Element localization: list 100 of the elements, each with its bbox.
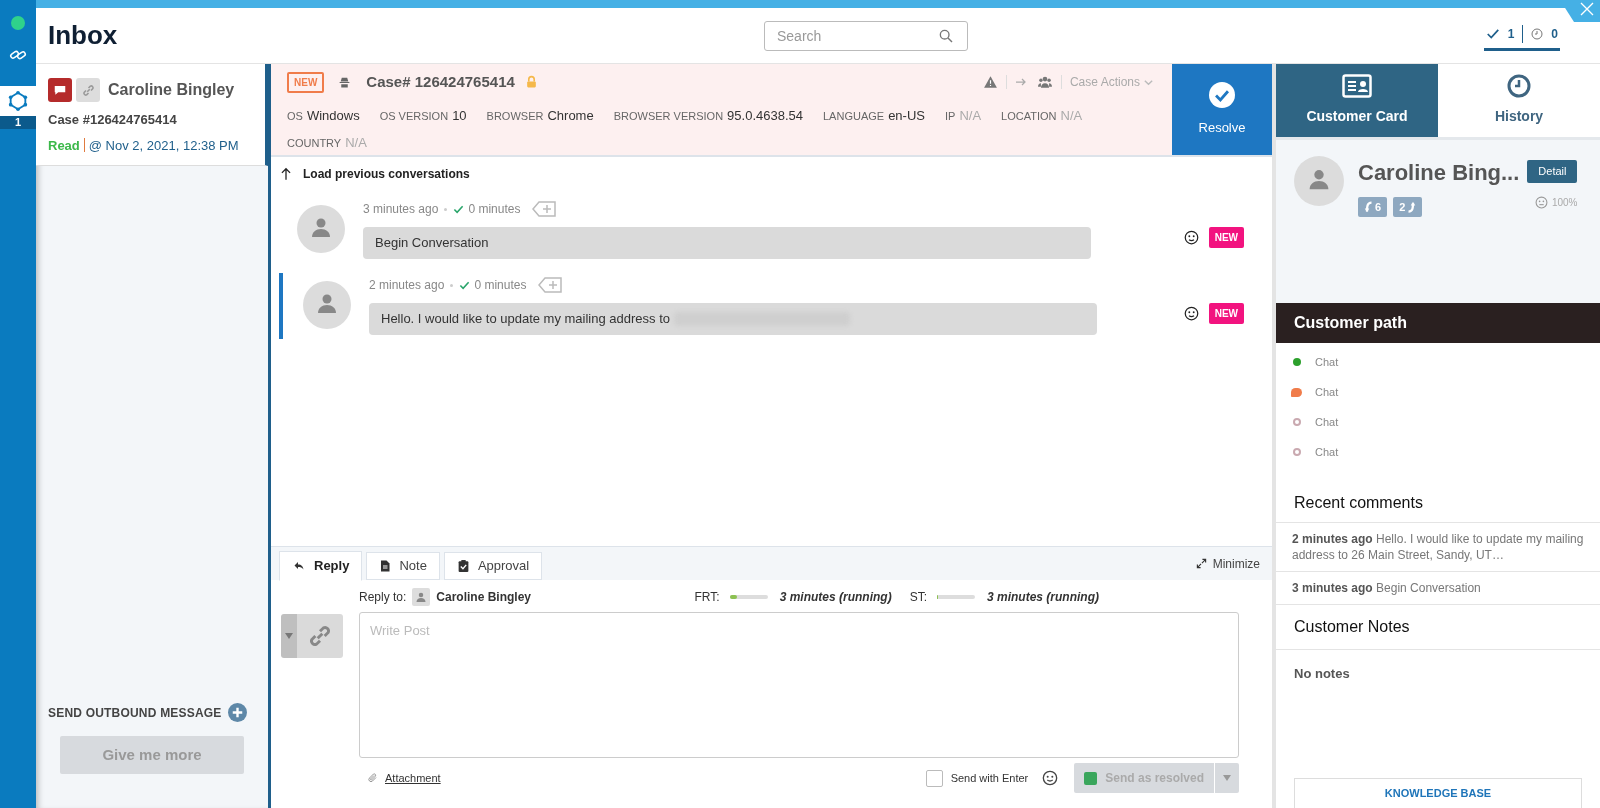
count-badge: 1 bbox=[0, 116, 36, 129]
case-number: Case #126424765414 bbox=[48, 111, 178, 129]
avatar-icon bbox=[303, 281, 351, 329]
field-label: LANGUAGE bbox=[823, 108, 885, 124]
up-arrow-icon bbox=[279, 167, 293, 181]
new-badge: NEW bbox=[1208, 303, 1244, 324]
inbound-count: 6 bbox=[1358, 197, 1388, 217]
field-value: N/A bbox=[345, 134, 367, 152]
avatar-icon bbox=[1294, 156, 1344, 206]
message-time: 2 minutes ago bbox=[369, 277, 445, 294]
load-previous-button[interactable]: Load previous conversations bbox=[279, 165, 470, 183]
rail-tab[interactable] bbox=[0, 86, 36, 116]
field-value: 10 bbox=[452, 106, 467, 125]
case-time: @ Nov 2, 2021, 12:38 PM bbox=[88, 136, 239, 155]
count-text: 1 bbox=[1507, 26, 1515, 43]
message-time: 3 minutes ago bbox=[363, 201, 439, 218]
message-row[interactable]: 2 minutes ago 0 minutes Hello. I would like to update my mailing address to NEW bbox=[279, 273, 1272, 339]
check-icon bbox=[1485, 27, 1500, 41]
path-item[interactable]: Chat bbox=[1315, 443, 1339, 461]
attach-link-button[interactable] bbox=[281, 614, 343, 658]
curved-arrow-icon bbox=[1407, 201, 1417, 213]
search-icon bbox=[938, 27, 954, 44]
empty-notes-text: No notes bbox=[1293, 665, 1351, 683]
outbound-label: SEND OUTBOUND MESSAGE bbox=[48, 704, 222, 722]
field-value: en-US bbox=[888, 106, 925, 125]
timer-label: FRT: bbox=[694, 589, 720, 606]
emoji-icon[interactable] bbox=[1042, 770, 1059, 786]
field-label: BROWSER bbox=[486, 108, 544, 124]
resolve-button[interactable]: Resolve bbox=[1172, 64, 1272, 155]
attachment-link[interactable]: Attachment bbox=[367, 769, 441, 787]
minimize-button[interactable]: Minimize bbox=[1195, 554, 1260, 573]
add-icon[interactable] bbox=[227, 703, 247, 722]
avatar-icon bbox=[297, 205, 345, 253]
check-icon bbox=[453, 203, 465, 215]
path-item[interactable]: Chat bbox=[1315, 383, 1339, 401]
comment-text: 3 minutes ago Begin Conversation bbox=[1276, 572, 1600, 605]
check-icon bbox=[459, 279, 471, 291]
field-label: COUNTRY bbox=[287, 136, 342, 151]
smiley-icon bbox=[1183, 306, 1199, 321]
field-label: OS bbox=[287, 108, 303, 124]
document-icon bbox=[379, 559, 392, 573]
section-title: Customer Notes bbox=[1276, 605, 1600, 650]
comment-text: 2 minutes ago Hello. I would like to update my mailing address to 26 Main Street, Sandy, UT… bbox=[1276, 523, 1600, 572]
person-icon bbox=[415, 591, 428, 603]
field-value: N/A bbox=[1060, 106, 1083, 125]
message-row[interactable]: 3 minutes ago 0 minutes Begin Conversation NEW bbox=[279, 197, 1272, 259]
case-item[interactable]: Caroline Bingley Case #126424765414 Read @ Nov 2, 2021, 12:38 PM bbox=[36, 64, 268, 166]
paperclip-icon bbox=[367, 771, 379, 785]
caret-icon bbox=[1223, 775, 1231, 781]
reply-text-field[interactable]: Write Post bbox=[359, 612, 1239, 758]
path-item[interactable]: Chat bbox=[1315, 353, 1339, 371]
path-item[interactable]: Chat bbox=[1315, 413, 1339, 431]
send-with-enter-checkbox[interactable] bbox=[925, 769, 943, 787]
field-label: LOCATION bbox=[1001, 108, 1057, 124]
reply-to-name: Caroline Bingley bbox=[436, 589, 532, 606]
add-tag-icon[interactable] bbox=[532, 201, 557, 217]
expand-arrows-icon bbox=[1195, 558, 1207, 569]
smiley-icon bbox=[1183, 230, 1199, 245]
field-value: Chrome bbox=[547, 106, 594, 125]
field-value: Windows bbox=[306, 106, 360, 125]
send-options-button[interactable] bbox=[1215, 763, 1239, 793]
composer-tab[interactable]: Reply bbox=[279, 551, 363, 581]
check-circle-icon bbox=[1209, 81, 1235, 108]
outbound-count: 2 bbox=[1393, 197, 1423, 217]
warning-icon[interactable] bbox=[982, 75, 998, 90]
message-bubble: Hello. I would like to update my mailing address to bbox=[369, 303, 1097, 335]
case-title: Case# 126424765414 bbox=[366, 72, 515, 92]
field-label: IP bbox=[945, 108, 956, 124]
reply-arrow-icon bbox=[292, 560, 306, 572]
new-badge: NEW bbox=[1208, 227, 1244, 248]
reply-to-label: Reply to: bbox=[359, 589, 407, 606]
counters-tab[interactable]: 1 0 bbox=[1483, 20, 1560, 51]
section-title: Recent comments bbox=[1276, 483, 1600, 523]
section-header: Customer path bbox=[1276, 303, 1600, 343]
composer-tab[interactable]: Approval bbox=[443, 552, 543, 580]
composer-tab[interactable]: Note bbox=[366, 552, 440, 580]
knowledge-base-button[interactable]: KNOWLEDGE BASE bbox=[1294, 778, 1582, 808]
network-icon bbox=[7, 90, 29, 112]
new-badge: NEW bbox=[287, 71, 325, 93]
search-field[interactable]: Search bbox=[764, 20, 968, 51]
group-icon[interactable] bbox=[1036, 75, 1053, 90]
message-bubble: Begin Conversation bbox=[363, 227, 1091, 259]
customer-name: Caroline Bingley bbox=[108, 80, 235, 100]
bubble-icon bbox=[53, 83, 67, 97]
add-tag-icon[interactable] bbox=[538, 277, 563, 293]
clipboard-check-icon bbox=[456, 559, 470, 573]
sentiment-score: 100% bbox=[1551, 195, 1578, 210]
detail-button[interactable]: Detail bbox=[1527, 160, 1578, 183]
field-label: OS VERSION bbox=[379, 108, 449, 124]
response-duration: 0 minutes bbox=[474, 277, 527, 294]
caret-icon bbox=[285, 633, 293, 639]
curved-arrow-icon bbox=[1364, 201, 1373, 213]
spy-icon bbox=[338, 75, 352, 89]
send-with-enter-label: Send with Enter bbox=[950, 770, 1029, 786]
count-text: 0 bbox=[1551, 26, 1558, 43]
id-card-icon bbox=[1342, 74, 1372, 98]
panel-tab[interactable]: Customer Card bbox=[1276, 64, 1438, 137]
close-icon[interactable] bbox=[1579, 1, 1595, 17]
timer-label: ST: bbox=[909, 589, 927, 606]
field-value: 95.0.4638.54 bbox=[727, 106, 803, 125]
